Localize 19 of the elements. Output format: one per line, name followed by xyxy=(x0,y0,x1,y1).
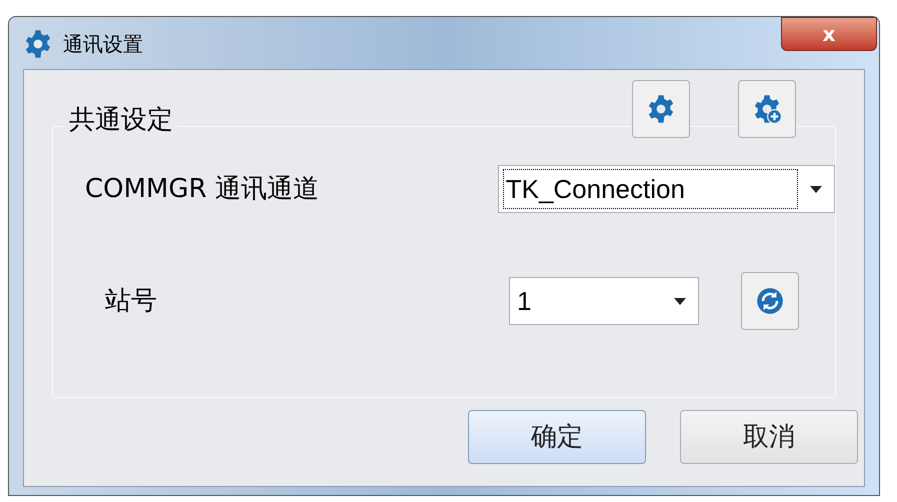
refresh-button[interactable] xyxy=(741,272,799,330)
dropdown-value: 1 xyxy=(517,284,532,318)
dropdown-value: TK_Connection xyxy=(506,172,685,206)
settings-button[interactable] xyxy=(632,80,690,138)
dropdown[interactable]: 1 xyxy=(509,277,699,325)
close-button[interactable]: x xyxy=(781,17,877,51)
caret-icon xyxy=(810,186,822,192)
field-label: COMMGR 通讯通道 xyxy=(84,172,320,206)
dropdown[interactable]: TK_Connection xyxy=(498,165,835,213)
add-settings-button[interactable] xyxy=(738,80,796,138)
field-label: 站号 xyxy=(104,284,158,318)
gear-plus-icon xyxy=(752,94,782,124)
cancel-button[interactable]: 取消 xyxy=(680,410,858,464)
ok-button[interactable]: 确定 xyxy=(468,410,646,464)
window-title: 通讯设置 xyxy=(63,31,143,58)
refresh-icon xyxy=(756,287,784,315)
settings-icon xyxy=(23,29,53,59)
gear-icon xyxy=(646,94,676,124)
caret-icon xyxy=(674,298,686,304)
